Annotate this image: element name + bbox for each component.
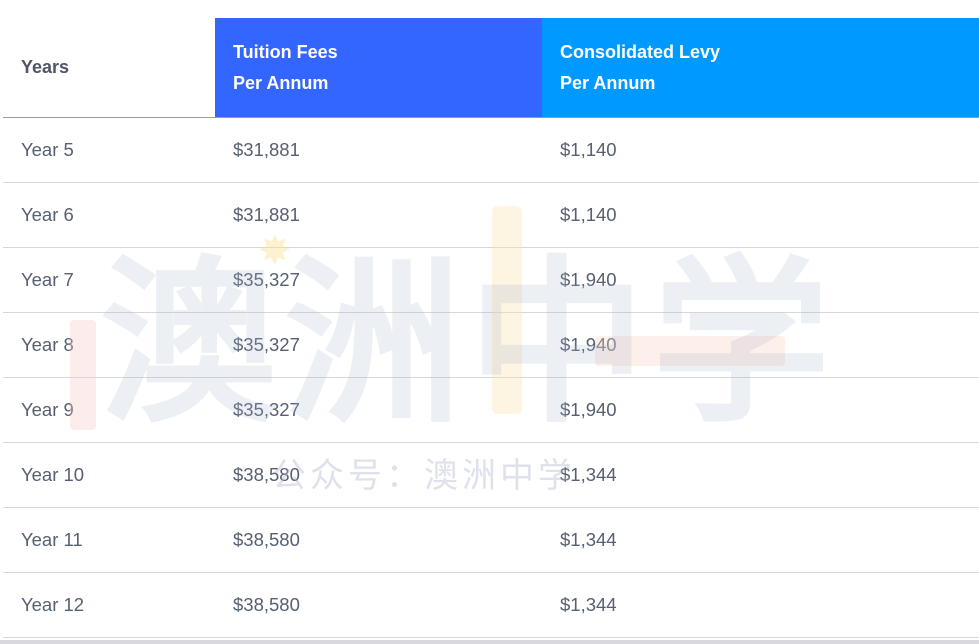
table-header-row: Years Tuition Fees Per Annum Consolidate… xyxy=(3,18,979,118)
tuition-cell: $38,580 xyxy=(233,529,300,550)
table-row: Year 12 $38,580 $1,344 xyxy=(3,573,979,638)
fees-table: Years Tuition Fees Per Annum Consolidate… xyxy=(3,18,979,638)
levy-header-line2: Per Annum xyxy=(560,72,656,93)
levy-cell: $1,940 xyxy=(560,399,617,420)
levy-cell: $1,140 xyxy=(560,204,617,225)
levy-cell: $1,140 xyxy=(560,139,617,160)
bottom-divider xyxy=(0,640,979,644)
levy-cell: $1,940 xyxy=(560,334,617,355)
years-column-header: Years xyxy=(3,18,215,117)
year-cell: Year 11 xyxy=(21,529,83,550)
tuition-cell: $31,881 xyxy=(233,139,300,160)
tuition-header-line1: Tuition Fees xyxy=(233,41,338,62)
tuition-cell: $35,327 xyxy=(233,334,300,355)
levy-column-header: Consolidated Levy Per Annum xyxy=(542,18,979,117)
table-row: Year 6 $31,881 $1,140 xyxy=(3,183,979,248)
tuition-cell: $35,327 xyxy=(233,269,300,290)
year-cell: Year 7 xyxy=(21,269,74,290)
year-cell: Year 6 xyxy=(21,204,74,225)
levy-cell: $1,344 xyxy=(560,529,617,550)
year-cell: Year 5 xyxy=(21,139,74,160)
tuition-cell: $38,580 xyxy=(233,594,300,615)
tuition-header-line2: Per Annum xyxy=(233,72,329,93)
levy-cell: $1,344 xyxy=(560,464,617,485)
table-row: Year 11 $38,580 $1,344 xyxy=(3,508,979,573)
levy-cell: $1,344 xyxy=(560,594,617,615)
levy-header-line1: Consolidated Levy xyxy=(560,41,721,62)
table-row: Year 10 $38,580 $1,344 xyxy=(3,443,979,508)
table-row: Year 5 $31,881 $1,140 xyxy=(3,118,979,183)
tuition-cell: $38,580 xyxy=(233,464,300,485)
table-row: Year 8 $35,327 $1,940 xyxy=(3,313,979,378)
table-row: Year 9 $35,327 $1,940 xyxy=(3,378,979,443)
tuition-column-header: Tuition Fees Per Annum xyxy=(215,18,542,117)
year-cell: Year 9 xyxy=(21,399,74,420)
tuition-cell: $35,327 xyxy=(233,399,300,420)
table-row: Year 7 $35,327 $1,940 xyxy=(3,248,979,313)
year-cell: Year 10 xyxy=(21,464,85,485)
tuition-cell: $31,881 xyxy=(233,204,300,225)
levy-cell: $1,940 xyxy=(560,269,617,290)
year-cell: Year 8 xyxy=(21,334,74,355)
years-header-label: Years xyxy=(21,57,70,77)
year-cell: Year 12 xyxy=(21,594,85,615)
